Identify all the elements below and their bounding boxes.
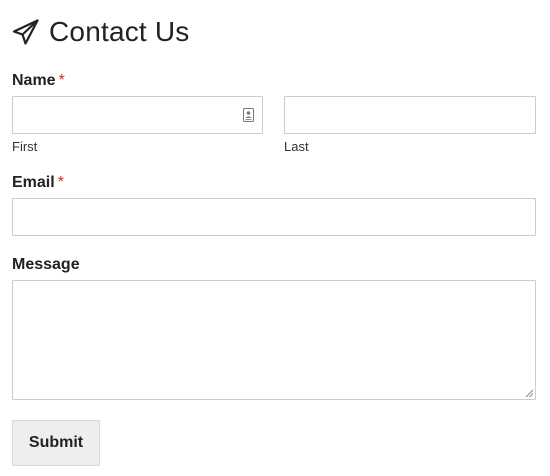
email-label-text: Email <box>12 174 55 191</box>
page-title: Contact Us <box>49 16 190 47</box>
form-heading: Contact Us <box>12 14 190 50</box>
message-label-text: Message <box>12 256 80 273</box>
first-name-sublabel: First <box>12 139 38 154</box>
name-label: Name * <box>12 72 65 90</box>
required-marker: * <box>58 72 65 89</box>
required-marker: * <box>57 174 64 191</box>
email-label: Email * <box>12 174 64 192</box>
submit-button[interactable]: Submit <box>12 420 100 466</box>
resize-grip-icon[interactable] <box>525 389 534 398</box>
first-name-field[interactable] <box>12 96 263 134</box>
last-name-sublabel: Last <box>284 139 309 154</box>
email-field[interactable] <box>12 198 536 236</box>
last-name-field[interactable] <box>284 96 536 134</box>
paper-plane-icon <box>12 19 39 45</box>
message-label: Message <box>12 256 80 274</box>
name-label-text: Name <box>12 72 56 89</box>
contact-card-icon[interactable] <box>243 108 254 122</box>
message-textarea[interactable] <box>12 280 536 400</box>
